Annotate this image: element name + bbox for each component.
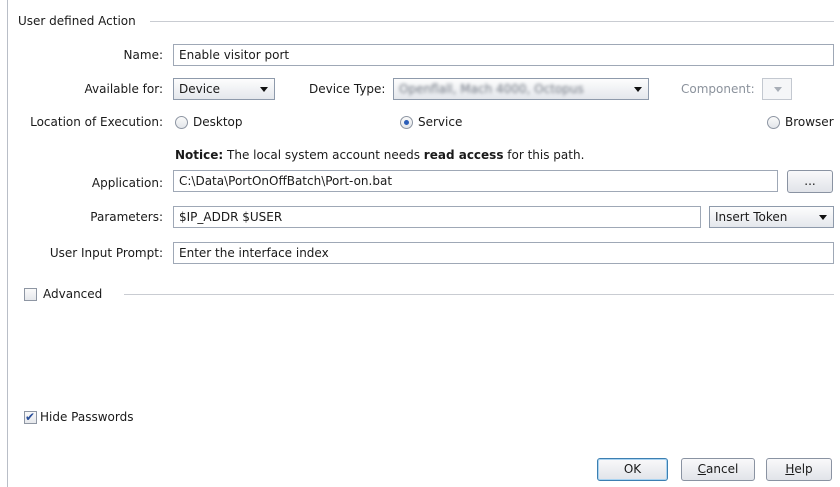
cancel-mnemonic: C [697,462,707,476]
advanced-label[interactable]: Advanced [43,287,102,301]
available-for-label: Available for: [84,82,163,96]
radio-service[interactable] [400,116,413,129]
cancel-label-rest: ancel [706,462,739,476]
component-select[interactable] [762,78,792,100]
notice-middle: The local system account needs [223,148,424,162]
browse-button[interactable]: ... [787,170,833,193]
notice-bold: read access [423,148,504,162]
hide-passwords-label[interactable]: Hide Passwords [40,410,133,424]
user-input-prompt-label: User Input Prompt: [49,246,163,260]
available-for-select[interactable]: Device [173,78,275,100]
location-of-execution-label: Location of Execution: [30,115,163,129]
ok-button[interactable]: OK [597,458,668,481]
name-input[interactable]: Enable visitor port [173,44,834,66]
window-left-border [7,0,8,487]
radio-desktop-label[interactable]: Desktop [193,115,243,129]
radio-desktop[interactable] [175,116,188,129]
notice-text: Notice: The local system account needs r… [175,148,584,162]
radio-service-label[interactable]: Service [418,115,462,129]
radio-browser[interactable] [767,116,780,129]
available-for-value: Device [179,82,221,96]
help-mnemonic: H [785,462,795,476]
radio-browser-label[interactable]: Browser [785,115,834,129]
advanced-checkbox[interactable] [24,288,37,301]
application-label: Application: [91,176,163,190]
checkmark-icon: ✔ [25,410,36,424]
chevron-down-icon [260,87,268,92]
help-label-rest: elp [794,462,813,476]
parameters-label: Parameters: [90,210,163,224]
name-label: Name: [123,48,163,62]
chevron-down-icon [819,215,827,220]
parameters-input[interactable]: $IP_ADDR $USER [173,206,701,228]
component-label: Component: [681,82,755,96]
device-type-select[interactable]: Openflall, Mach 4000, Octopus [393,78,649,100]
help-button[interactable]: Help [766,458,832,481]
hide-passwords-checkbox[interactable]: ✔ [24,410,37,424]
notice-suffix: for this path. [503,148,585,162]
cancel-button[interactable]: Cancel [681,458,755,481]
insert-token-label: Insert Token [715,210,788,224]
advanced-divider [124,294,834,295]
chevron-down-icon [634,87,642,92]
insert-token-select[interactable]: Insert Token [709,206,834,228]
notice-prefix: Notice: [175,148,224,162]
device-type-value: Openflall, Mach 4000, Octopus [399,82,584,96]
device-type-label: Device Type: [309,82,386,96]
application-input[interactable]: C:\Data\PortOnOffBatch\Port-on.bat [173,170,778,192]
user-input-prompt-input[interactable]: Enter the interface index [173,242,834,264]
section-title-user-defined-action: User defined Action [18,14,144,28]
chevron-down-icon [774,87,782,92]
section-divider [150,21,834,22]
